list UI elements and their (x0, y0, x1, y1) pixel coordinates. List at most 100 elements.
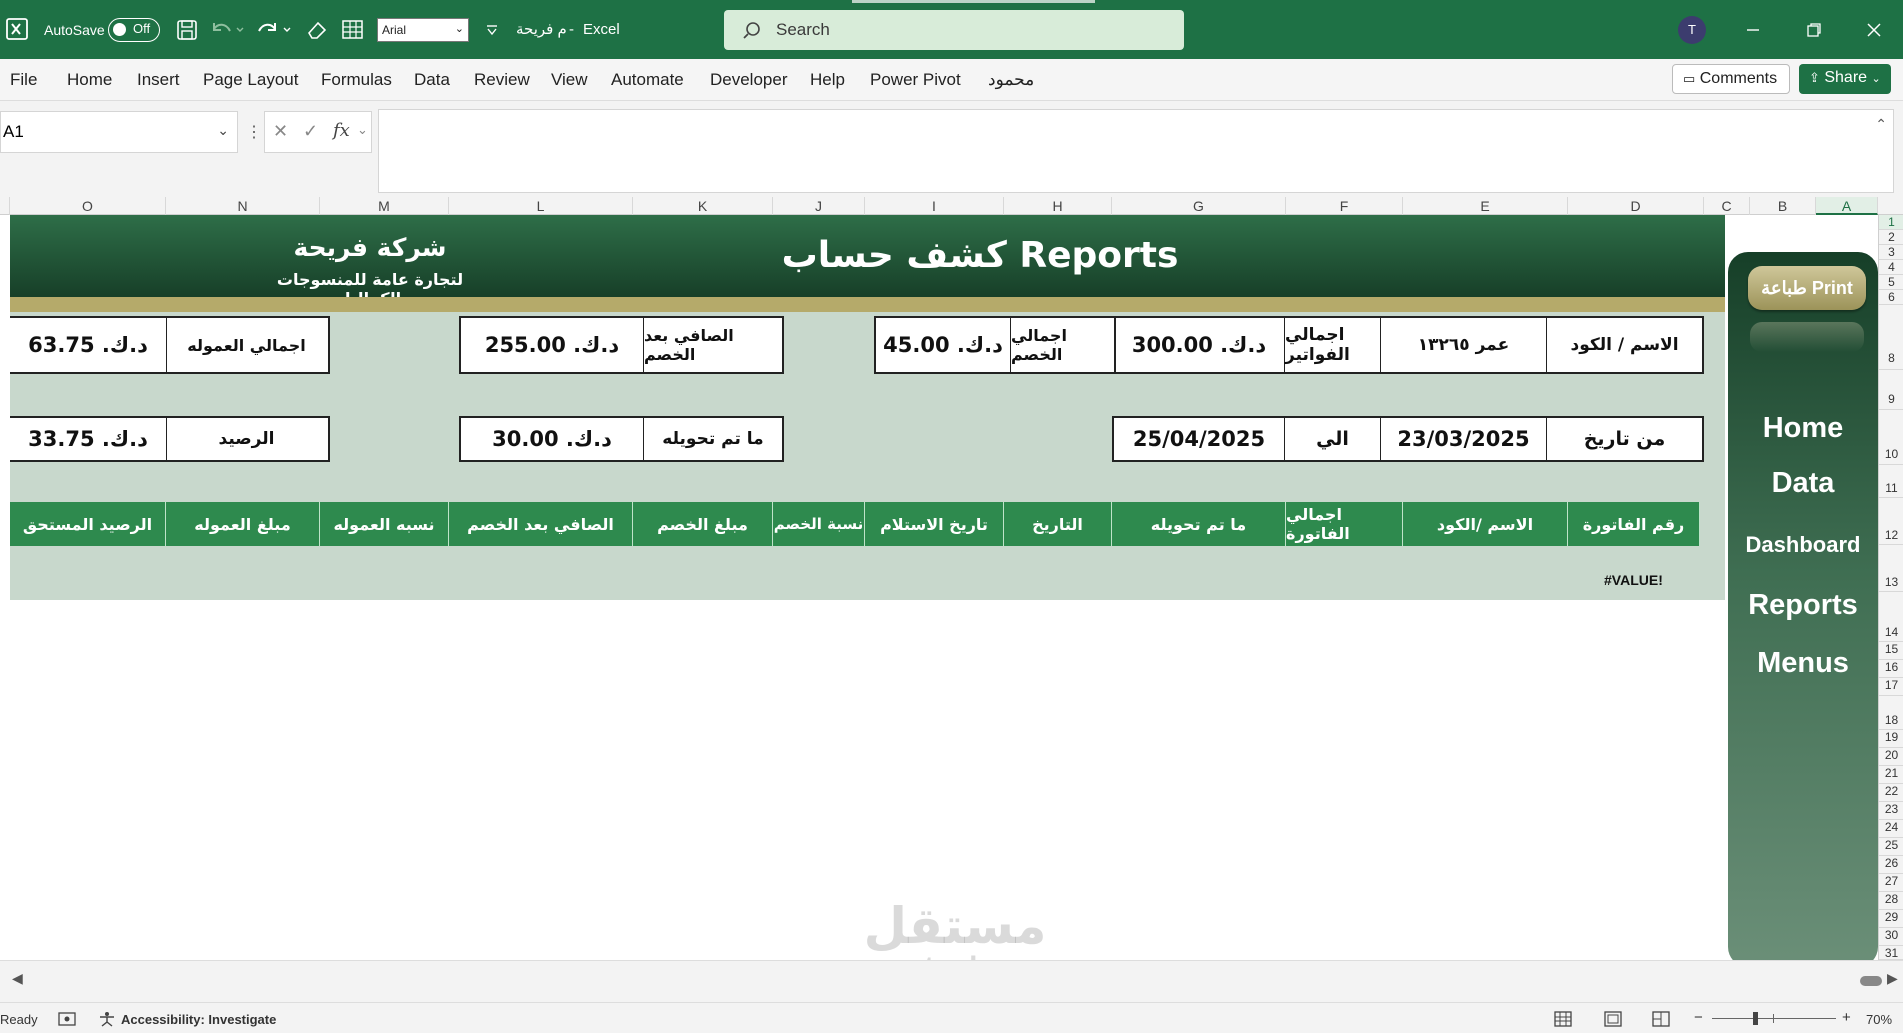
row-8[interactable]: 8 (1879, 305, 1903, 370)
commission-value[interactable]: د.ك. 63.75 (10, 318, 166, 372)
row-22[interactable]: 22 (1879, 784, 1903, 802)
column-m[interactable]: M (320, 197, 449, 215)
scroll-thumb[interactable] (1860, 976, 1882, 986)
row-27[interactable]: 27 (1879, 874, 1903, 892)
th-date[interactable]: التاريخ (1004, 502, 1112, 546)
tab-data[interactable]: Data (414, 70, 450, 90)
column-c[interactable]: C (1704, 197, 1750, 215)
row-12[interactable]: 12 (1879, 498, 1903, 545)
column-o[interactable]: O (10, 197, 166, 215)
row-31[interactable]: 31 (1879, 946, 1903, 960)
th-discount-amount[interactable]: مبلغ الخصم (633, 502, 773, 546)
row-10[interactable]: 10 (1879, 410, 1903, 465)
th-receipt-date[interactable]: تاريخ الاستلام (865, 502, 1004, 546)
discount-value[interactable]: د.ك. 45.00 (876, 318, 1010, 372)
row-5[interactable]: 5 (1879, 275, 1903, 290)
row-4[interactable]: 4 (1879, 260, 1903, 275)
row-26[interactable]: 26 (1879, 856, 1903, 874)
nav-home[interactable]: Home (1728, 412, 1878, 445)
th-net[interactable]: الصافي بعد الخصم (449, 502, 633, 546)
net-value[interactable]: د.ك. 255.00 (461, 318, 643, 372)
from-date-value[interactable]: 23/03/2025 (1380, 418, 1546, 460)
nav-menus[interactable]: Menus (1728, 647, 1878, 680)
row-11[interactable]: 11 (1879, 465, 1903, 498)
row-13[interactable]: 13 (1879, 545, 1903, 592)
accessibility-status[interactable]: Accessibility: Investigate (121, 1012, 276, 1027)
cancel-icon[interactable]: ✕ (273, 121, 288, 142)
save-icon[interactable] (176, 19, 198, 41)
nav-dashboard[interactable]: Dashboard (1728, 532, 1878, 558)
table-icon[interactable] (341, 19, 365, 41)
tab-automate[interactable]: Automate (611, 70, 684, 90)
row-3[interactable]: 3 (1879, 245, 1903, 260)
th-customer[interactable]: الاسم /الكود (1403, 502, 1568, 546)
tab-home[interactable]: Home (67, 70, 112, 90)
tab-formulas[interactable]: Formulas (321, 70, 392, 90)
redo-icon[interactable] (257, 19, 293, 41)
nav-data[interactable]: Data (1728, 467, 1878, 500)
formula-input[interactable]: ⌃ (378, 109, 1894, 193)
page-layout-view-icon[interactable] (1604, 1011, 1622, 1027)
error-cell[interactable]: #VALUE! (1604, 572, 1663, 588)
more-options-icon[interactable]: ⋮ (246, 122, 262, 142)
row-16[interactable]: 16 (1879, 660, 1903, 678)
restore-icon[interactable] (1806, 22, 1822, 38)
close-icon[interactable] (1866, 22, 1882, 38)
customize-toolbar-icon[interactable] (485, 24, 499, 36)
page-break-view-icon[interactable] (1652, 1011, 1670, 1027)
th-invoice-total[interactable]: اجمالي الفاتورة (1286, 502, 1403, 546)
column-d[interactable]: D (1568, 197, 1704, 215)
row-18[interactable]: 18 (1879, 696, 1903, 730)
column-g[interactable]: G (1112, 197, 1286, 215)
accessibility-icon[interactable] (98, 1011, 116, 1027)
search-box[interactable]: Search (724, 10, 1184, 50)
eraser-icon[interactable] (306, 19, 328, 41)
row-1[interactable]: 1 (1879, 215, 1903, 230)
transferred-value[interactable]: د.ك. 30.00 (461, 418, 643, 460)
tab-help[interactable]: Help (810, 70, 845, 90)
tab-developer[interactable]: Developer (710, 70, 788, 90)
row-21[interactable]: 21 (1879, 766, 1903, 784)
account-avatar[interactable]: T (1678, 16, 1706, 44)
column-i[interactable]: I (865, 197, 1004, 215)
zoom-level[interactable]: 70% (1866, 1012, 1892, 1027)
row-20[interactable]: 20 (1879, 748, 1903, 766)
row-14[interactable]: 14 (1879, 592, 1903, 642)
th-balance-due[interactable]: الرصيد المستحق (10, 502, 166, 546)
th-discount-rate[interactable]: نسبة الخصم (773, 502, 865, 546)
column-l[interactable]: L (449, 197, 633, 215)
row-19[interactable]: 19 (1879, 730, 1903, 748)
row-24[interactable]: 24 (1879, 820, 1903, 838)
tab-review[interactable]: Review (474, 70, 530, 90)
th-transferred[interactable]: ما تم تحويله (1112, 502, 1286, 546)
row-6[interactable]: 6 (1879, 290, 1903, 305)
scroll-left-icon[interactable]: ◀ (12, 970, 23, 987)
column-e[interactable]: E (1403, 197, 1568, 215)
tab-page-layout[interactable]: Page Layout (203, 70, 298, 90)
zoom-in-icon[interactable]: + (1842, 1009, 1851, 1026)
tab-view[interactable]: View (551, 70, 588, 90)
enter-icon[interactable]: ✓ (303, 121, 318, 142)
name-box[interactable]: A1 ⌄ (0, 111, 238, 153)
column-a[interactable]: A (1816, 197, 1878, 215)
row-15[interactable]: 15 (1879, 642, 1903, 660)
collapse-icon[interactable]: ⌃ (1875, 116, 1887, 133)
worksheet[interactable]: شركة فريحة لتجارة عامة للمنسوجات والكمال… (10, 215, 1878, 960)
share-button[interactable]: ⇪ Share ⌄ (1799, 64, 1891, 94)
column-j[interactable]: J (773, 197, 865, 215)
tab-insert[interactable]: Insert (137, 70, 180, 90)
nav-reports[interactable]: Reports (1728, 589, 1878, 622)
tab-custom[interactable]: محمود (988, 70, 1034, 90)
macro-record-icon[interactable] (58, 1011, 76, 1027)
to-date-value[interactable]: 25/04/2025 (1114, 418, 1284, 460)
column-b[interactable]: B (1750, 197, 1816, 215)
row-2[interactable]: 2 (1879, 230, 1903, 245)
tab-file[interactable]: File (10, 70, 37, 90)
zoom-slider[interactable] (1712, 1018, 1836, 1019)
th-commission-rate[interactable]: نسبه العموله (320, 502, 449, 546)
column-k[interactable]: K (633, 197, 773, 215)
customer-name-value[interactable]: عمر ١٣٢٦٥ (1380, 318, 1546, 372)
row-23[interactable]: 23 (1879, 802, 1903, 820)
normal-view-icon[interactable] (1554, 1011, 1572, 1027)
th-invoice-number[interactable]: رقم الفاتورة (1568, 502, 1700, 546)
